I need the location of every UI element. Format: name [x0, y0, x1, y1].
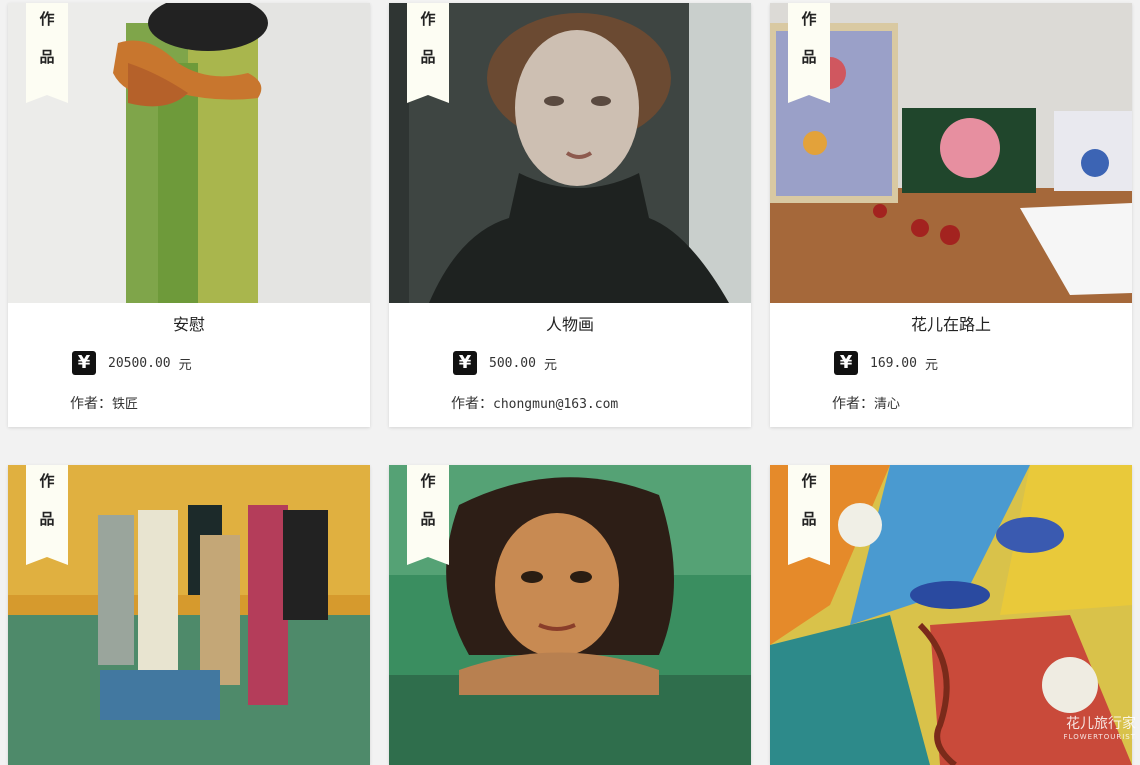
ribbon-text-1: 作: [801, 472, 817, 490]
ribbon-text-1: 作: [39, 10, 55, 28]
author-name[interactable]: 清心: [874, 397, 900, 412]
ribbon-text-1: 作: [420, 10, 436, 28]
author-label: 作者：: [451, 396, 493, 412]
price-unit: 元: [178, 357, 192, 373]
artwork-card[interactable]: 作 品 花儿在路上 ¥ 169.00 元 作者：清心: [770, 3, 1132, 427]
artwork-title[interactable]: 人物画: [389, 311, 751, 335]
ribbon-text-2: 品: [801, 48, 817, 66]
ribbon-text-2: 品: [39, 510, 55, 528]
author-label: 作者：: [70, 396, 112, 412]
site-watermark: 花儿旅行家 FLOWERTOURIST: [1036, 716, 1136, 746]
yen-icon: ¥: [834, 351, 858, 375]
ribbon-text-2: 品: [420, 510, 436, 528]
price-unit: 元: [543, 357, 557, 373]
ribbon-text-1: 作: [801, 10, 817, 28]
works-ribbon: 作 品: [788, 3, 830, 103]
price-row: ¥ 500.00 元: [453, 351, 557, 375]
artwork-title[interactable]: 花儿在路上: [770, 311, 1132, 335]
author-name[interactable]: 铁匠: [112, 397, 138, 412]
price-row: ¥ 169.00 元: [834, 351, 938, 375]
ribbon-text-1: 作: [39, 472, 55, 490]
artwork-grid: 作 品 安慰 ¥ 20500.00 元 作者：铁匠 作 品 人物画 ¥ 500.…: [0, 0, 1140, 765]
yen-icon: ¥: [72, 351, 96, 375]
price-amount: 169.00: [870, 355, 917, 371]
works-ribbon: 作 品: [26, 465, 68, 565]
artwork-card[interactable]: 作 品 安慰 ¥ 20500.00 元 作者：铁匠: [8, 3, 370, 427]
watermark-cn: 花儿旅行家: [1066, 716, 1136, 732]
works-ribbon: 作 品: [407, 3, 449, 103]
ribbon-text-2: 品: [39, 48, 55, 66]
price-row: ¥ 20500.00 元: [72, 351, 192, 375]
price-unit: 元: [924, 357, 938, 373]
works-ribbon: 作 品: [788, 465, 830, 565]
works-ribbon: 作 品: [407, 465, 449, 565]
artwork-info: 安慰 ¥ 20500.00 元 作者：铁匠: [8, 303, 370, 427]
ribbon-text-2: 品: [801, 510, 817, 528]
author-row: 作者：chongmun@163.com: [451, 393, 618, 413]
artwork-card[interactable]: 作 品: [8, 465, 370, 765]
artwork-info: 人物画 ¥ 500.00 元 作者：chongmun@163.com: [389, 303, 751, 427]
author-row: 作者：清心: [832, 393, 900, 413]
artwork-info: 花儿在路上 ¥ 169.00 元 作者：清心: [770, 303, 1132, 427]
author-name[interactable]: chongmun@163.com: [493, 397, 618, 412]
artwork-title[interactable]: 安慰: [8, 311, 370, 335]
ribbon-text-1: 作: [420, 472, 436, 490]
price-amount: 20500.00: [108, 355, 171, 371]
yen-icon: ¥: [453, 351, 477, 375]
works-ribbon: 作 品: [26, 3, 68, 103]
ribbon-text-2: 品: [420, 48, 436, 66]
artwork-card[interactable]: 作 品: [389, 465, 751, 765]
author-label: 作者：: [832, 396, 874, 412]
author-row: 作者：铁匠: [70, 393, 138, 413]
watermark-en: FLOWERTOURIST: [1063, 733, 1136, 741]
artwork-card[interactable]: 作 品 人物画 ¥ 500.00 元 作者：chongmun@163.com: [389, 3, 751, 427]
price-amount: 500.00: [489, 355, 536, 371]
